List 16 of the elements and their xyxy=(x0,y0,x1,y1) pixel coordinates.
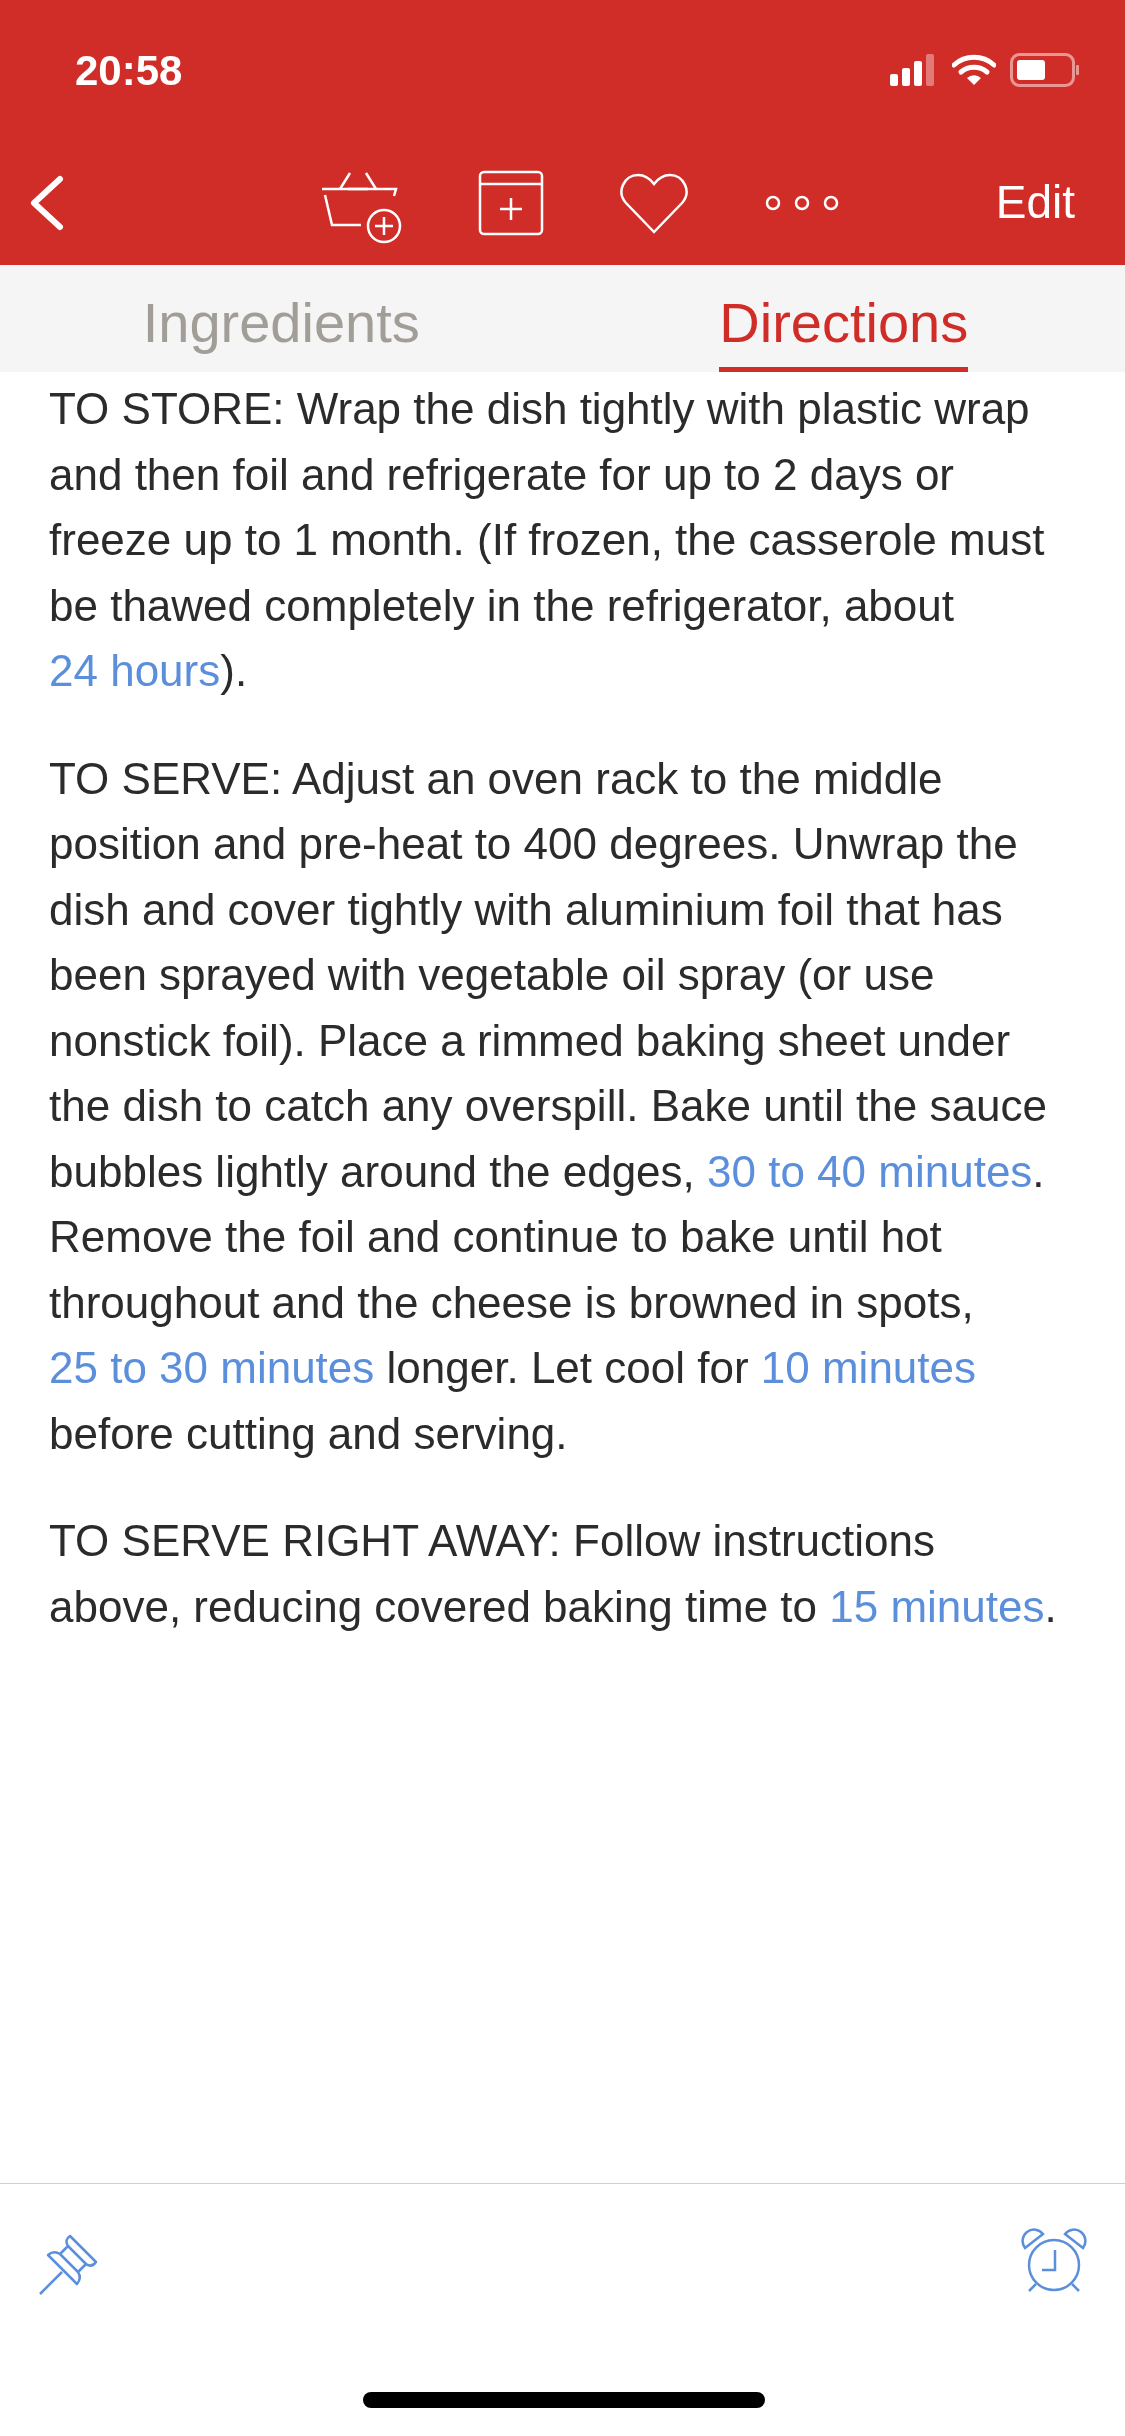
timer-link[interactable]: 25 to 30 minutes xyxy=(49,1343,375,1392)
direction-paragraph: TO SERVE: Adjust an oven rack to the middle position and pre-heat to 400 degrees. Unwrap the dish and cover tightly with aluminium foil that has been sprayed with vegetable oil spray (or use nonstick foil). Place a rimmed baking sheet under the dish to catch any overspill. Bake until the sauce bubbles lightly around the edges, 30 to 40 minutes. Remove the foil and continue to bake until hot throughout and the cheese is browned in spots, 25 to 30 minutes longer. Let cool for 10 minutes before cutting and serving. xyxy=(49,752,1048,1460)
timer-link[interactable]: 24 hours xyxy=(49,646,221,695)
tab[interactable]: Directions xyxy=(719,265,969,372)
direction-paragraph: TO SERVE RIGHT AWAY: Follow instructions above, reducing covered baking time to 15 minutes. xyxy=(49,1515,1058,1633)
calendar-add-icon[interactable] xyxy=(478,169,544,236)
wifi-icon xyxy=(952,53,996,87)
status-time: 20:58 xyxy=(75,45,183,96)
battery-icon xyxy=(1010,53,1080,87)
timer-link[interactable]: 30 to 40 minutes xyxy=(707,1146,1033,1196)
direction-paragraph: TO STORE: Wrap the dish tightly with plastic wrap and then foil and refrigerate for up to 2 days or freeze up to 1 month. (If frozen, the casserole must be thawed completely in the refrigerator, about 24 hours). xyxy=(49,383,1046,697)
edit-button[interactable]: Edit xyxy=(995,168,1075,237)
tab[interactable]: Ingredients xyxy=(142,265,420,372)
heart-icon[interactable] xyxy=(620,171,688,234)
timer-link[interactable]: 10 minutes xyxy=(760,1343,977,1392)
timer-link[interactable]: 15 minutes xyxy=(829,1581,1045,1631)
